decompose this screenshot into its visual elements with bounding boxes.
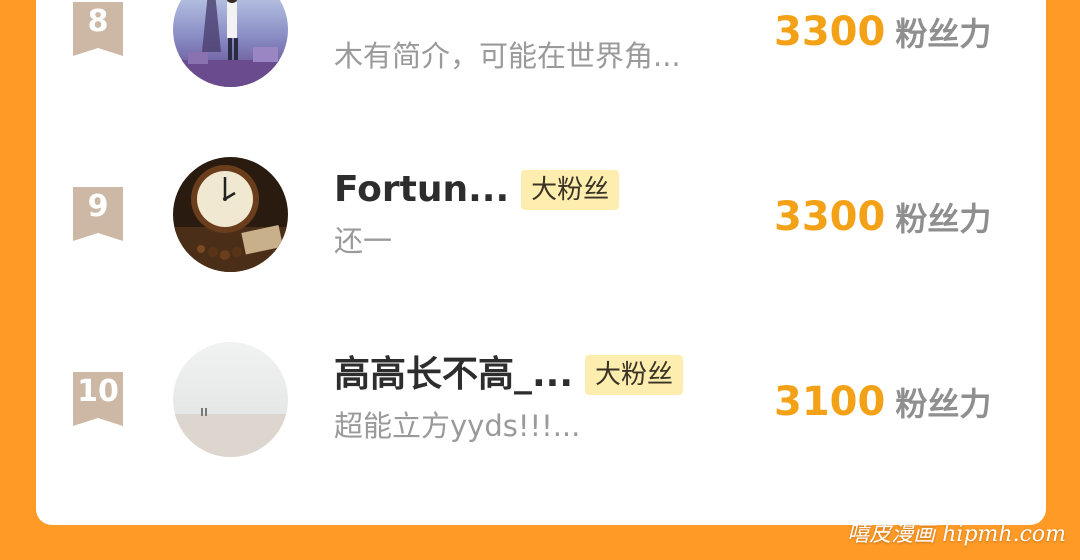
big-fan-badge: 大粉丝 [521,170,620,210]
user-name[interactable]: 高高长不高_... [334,352,573,398]
user-name[interactable]: Fortun... [334,167,509,213]
user-name-line: 高高长不高_... 大粉丝 [334,352,684,398]
score-value: 3300 [774,9,886,55]
site-watermark: 嘻皮漫画 hipmh.com [847,522,1066,547]
ranking-row[interactable]: 10 高高长不高_... 大粉丝 超能立方yyds!!!... 3100 粉丝力 [36,340,1046,490]
score-value: 3300 [774,194,886,240]
score-value: 3100 [774,379,886,425]
score-unit: 粉丝力 [895,385,992,423]
user-avatar[interactable] [173,342,288,457]
rank-ribbon-icon: 8 [71,2,125,56]
rank-number: 8 [87,4,109,39]
fan-power-score: 3300 粉丝力 [774,193,991,249]
rank-ribbon-icon: 9 [71,187,125,241]
ranking-row[interactable]: 9 Fortun... 大粉丝 还一 3300 粉丝力 [36,155,1046,305]
user-bio: 木有简介，可能在世界角... [334,39,681,73]
fan-power-score: 3300 粉丝力 [774,8,991,64]
rank-number: 10 [77,374,119,409]
score-unit: 粉丝力 [895,15,992,53]
big-fan-badge: 大粉丝 [585,355,684,395]
user-bio: 超能立方yyds!!!... [334,409,581,443]
rank-number: 9 [87,189,109,224]
user-name[interactable]: 不知道的姓名 [334,0,550,8]
user-avatar[interactable] [173,157,288,272]
user-bio: 还一 [334,224,393,258]
user-name-line: 不知道的姓名 [334,0,550,8]
user-avatar[interactable] [173,0,288,87]
score-unit: 粉丝力 [895,200,992,238]
fan-power-score: 3100 粉丝力 [774,378,991,434]
user-name-line: Fortun... 大粉丝 [334,167,620,213]
rank-ribbon-icon: 10 [71,372,125,426]
ranking-card: 8 木有简介，可能在世界角... 3300 粉丝力 9 Fortun... 大粉… [36,0,1046,525]
ranking-row[interactable]: 8 木有简介，可能在世界角... 3300 粉丝力 [36,0,1046,120]
